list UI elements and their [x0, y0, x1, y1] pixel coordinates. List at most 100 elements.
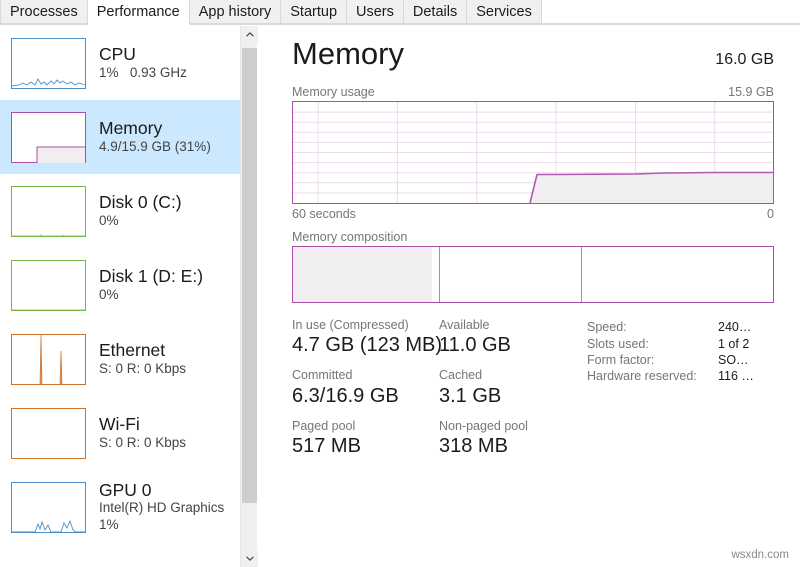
stat-value: 318 MB	[439, 434, 586, 459]
tab-label: App history	[199, 4, 272, 20]
stat-value: SO…	[718, 352, 749, 368]
sidebar-item-memory[interactable]: Memory 4.9/15.9 GB (31%)	[0, 100, 240, 174]
tab-label: Processes	[10, 4, 78, 20]
axis-label-right: 0	[767, 207, 774, 221]
tab-strip: Processes Performance App history Startu…	[0, 0, 800, 25]
sidebar-item-title: Ethernet	[99, 340, 186, 361]
scrollbar-thumb[interactable]	[242, 48, 257, 503]
stat-non-paged-pool: Non-paged pool 318 MB	[439, 418, 586, 459]
memory-stats-left: In use (Compressed) 4.7 GB (123 MB) Avai…	[292, 317, 587, 468]
stat-label: In use (Compressed)	[292, 317, 439, 333]
stat-key: Form factor:	[587, 352, 718, 368]
tab-app-history[interactable]: App history	[190, 0, 282, 24]
total-memory: 16.0 GB	[715, 51, 774, 69]
sidebar-item-sub: S: 0 R: 0 Kbps	[99, 361, 186, 378]
sidebar-item-disk-1[interactable]: Disk 1 (D: E:) 0%	[0, 248, 240, 322]
sidebar-item-sub2: 1%	[99, 517, 224, 534]
tab-services[interactable]: Services	[467, 0, 542, 24]
gpu0-thumbnail-graph	[11, 482, 86, 533]
sidebar-item-title: Memory	[99, 118, 211, 139]
stat-row: Committed 6.3/16.9 GB Cached 3.1 GB	[292, 367, 587, 408]
composition-divider-standby	[581, 247, 582, 302]
stat-label: Cached	[439, 367, 586, 383]
sidebar-item-title: GPU 0	[99, 480, 224, 501]
sidebar-item-wifi[interactable]: Wi-Fi S: 0 R: 0 Kbps	[0, 396, 240, 470]
stat-label: Non-paged pool	[439, 418, 586, 434]
cpu-percent: 1%	[99, 65, 119, 80]
axis-label-left: 60 seconds	[292, 207, 356, 221]
sidebar-item-text: CPU 1% 0.93 GHz	[99, 44, 187, 82]
stat-available: Available 11.0 GB	[439, 317, 586, 358]
stat-row: Paged pool 517 MB Non-paged pool 318 MB	[292, 418, 587, 459]
memory-usage-graph[interactable]	[292, 101, 774, 204]
sidebar-item-text: Disk 1 (D: E:) 0%	[99, 266, 203, 304]
sidebar-item-gpu-0[interactable]: GPU 0 Intel(R) HD Graphics 1%	[0, 470, 240, 544]
stat-cached: Cached 3.1 GB	[439, 367, 586, 408]
tab-users[interactable]: Users	[347, 0, 404, 24]
tab-startup[interactable]: Startup	[281, 0, 347, 24]
stat-form-factor: Form factor: SO…	[587, 352, 774, 368]
disk0-thumbnail-graph	[11, 186, 86, 237]
ethernet-thumbnail-graph	[11, 334, 86, 385]
sidebar-item-text: GPU 0 Intel(R) HD Graphics 1%	[99, 480, 224, 534]
sidebar-scrollbar[interactable]	[240, 26, 257, 567]
tab-details[interactable]: Details	[404, 0, 467, 24]
sidebar-item-sub: S: 0 R: 0 Kbps	[99, 435, 186, 452]
tab-performance[interactable]: Performance	[88, 0, 190, 25]
sidebar-item-sub: Intel(R) HD Graphics	[99, 500, 224, 517]
stat-value: 116 …	[718, 368, 754, 384]
memory-usage-graph-wrap	[258, 99, 800, 204]
sidebar-item-title: Disk 0 (C:)	[99, 192, 182, 213]
task-manager-window: Processes Performance App history Startu…	[0, 0, 800, 567]
stat-value: 4.7 GB (123 MB)	[292, 333, 439, 358]
composition-in-use-segment	[293, 247, 432, 302]
composition-divider-modified	[439, 247, 440, 302]
page-title: Memory	[292, 37, 404, 71]
stat-value: 3.1 GB	[439, 384, 586, 409]
scroll-up-button[interactable]	[241, 26, 258, 43]
sidebar-item-sub: 4.9/15.9 GB (31%)	[99, 139, 211, 156]
memory-usage-label-row: Memory usage 15.9 GB	[258, 85, 800, 99]
chevron-up-icon	[246, 32, 254, 37]
resource-list[interactable]: CPU 1% 0.93 GHz Memory 4.9/15.9 GB (31%)	[0, 26, 240, 567]
wifi-thumbnail-graph	[11, 408, 86, 459]
tab-label: Services	[476, 4, 532, 20]
stat-slots-used: Slots used: 1 of 2	[587, 336, 774, 352]
sidebar-item-title: Wi-Fi	[99, 414, 186, 435]
stat-row: In use (Compressed) 4.7 GB (123 MB) Avai…	[292, 317, 587, 358]
memory-usage-chart	[293, 102, 773, 203]
tab-strip-filler	[542, 0, 800, 24]
tab-processes[interactable]: Processes	[0, 0, 88, 24]
graph-axis-row: 60 seconds 0	[258, 204, 800, 221]
chart-area-fill	[530, 173, 773, 204]
sidebar-item-cpu[interactable]: CPU 1% 0.93 GHz	[0, 26, 240, 100]
sidebar-item-sub: 0%	[99, 287, 203, 304]
sidebar-item-text: Wi-Fi S: 0 R: 0 Kbps	[99, 414, 186, 452]
disk1-thumbnail-graph	[11, 260, 86, 311]
scroll-down-button[interactable]	[241, 550, 258, 567]
sidebar-item-ethernet[interactable]: Ethernet S: 0 R: 0 Kbps	[0, 322, 240, 396]
stat-committed: Committed 6.3/16.9 GB	[292, 367, 439, 408]
memory-composition-bar[interactable]	[292, 246, 774, 303]
sidebar-item-text: Disk 0 (C:) 0%	[99, 192, 182, 230]
sidebar-item-title: CPU	[99, 44, 187, 65]
tab-label: Details	[413, 4, 457, 20]
tab-label: Users	[356, 4, 394, 20]
sidebar-item-disk-0[interactable]: Disk 0 (C:) 0%	[0, 174, 240, 248]
sidebar-item-text: Memory 4.9/15.9 GB (31%)	[99, 118, 211, 156]
stat-value: 240…	[718, 319, 751, 335]
chevron-down-icon	[246, 556, 254, 561]
memory-composition-wrap	[258, 244, 800, 303]
sidebar-item-text: Ethernet S: 0 R: 0 Kbps	[99, 340, 186, 378]
stat-paged-pool: Paged pool 517 MB	[292, 418, 439, 459]
stat-value: 517 MB	[292, 434, 439, 459]
memory-usage-label: Memory usage	[292, 85, 375, 99]
cpu-thumbnail-graph	[11, 38, 86, 89]
stat-in-use: In use (Compressed) 4.7 GB (123 MB)	[292, 317, 439, 358]
stat-hardware-reserved: Hardware reserved: 116 …	[587, 368, 774, 384]
stat-key: Hardware reserved:	[587, 368, 718, 384]
sidebar-item-title: Disk 1 (D: E:)	[99, 266, 203, 287]
tab-label: Performance	[97, 4, 180, 20]
stat-value: 11.0 GB	[439, 333, 586, 358]
sidebar-item-sub: 1% 0.93 GHz	[99, 65, 187, 82]
